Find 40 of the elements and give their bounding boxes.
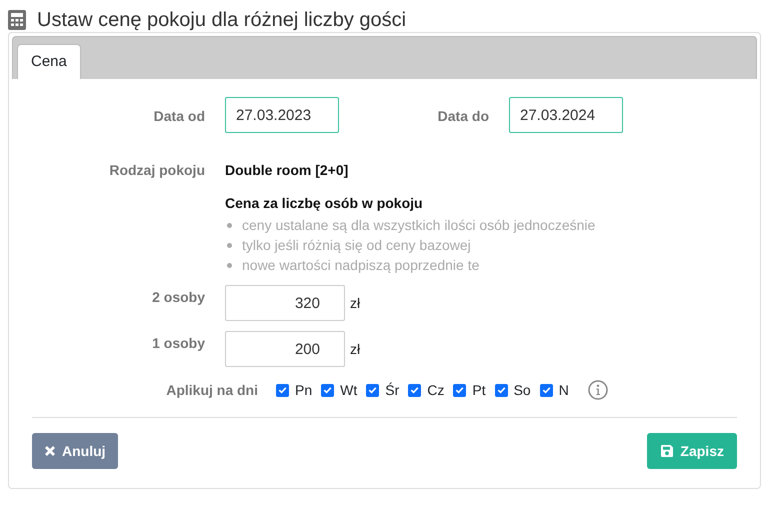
day-label: Pn (295, 382, 312, 398)
note-text: ceny ustalane są dla wszystkich ilości osób jednocześnie (242, 216, 596, 235)
bullet-icon (227, 222, 232, 228)
day-label: Pt (472, 382, 486, 398)
section-heading: Cena za liczbę osób w pokoju (225, 194, 424, 211)
checkbox[interactable] (540, 384, 553, 396)
field-label: 2 osoby (151, 288, 206, 305)
calculator-icon (8, 10, 26, 30)
field-label: Aplikuj na dni (165, 382, 259, 398)
tab[interactable]: Cena (17, 44, 81, 79)
checkbox[interactable] (366, 384, 380, 396)
bullet-icon (227, 242, 232, 248)
field-label: Rodzaj pokoju (108, 161, 206, 178)
day-label: Cz (427, 382, 444, 398)
note-text: tylko jeśli różnią się od ceny bazowej (242, 236, 471, 255)
bullet-icon (227, 262, 232, 268)
dialog-title: Ustaw cenę pokoju dla różnej liczby gości (37, 8, 406, 32)
checkbox[interactable] (276, 384, 289, 396)
note-text: nowe wartości nadpiszą poprzednie te (242, 256, 480, 275)
input-field[interactable]: 27.03.2023 (225, 97, 339, 133)
checkbox[interactable] (453, 384, 466, 396)
checkbox[interactable] (321, 384, 334, 396)
currency-label: zł (350, 295, 360, 311)
field-label: 1 osoby (151, 334, 206, 351)
currency-label: zł (350, 341, 360, 357)
day-label: So (514, 382, 531, 398)
day-label: Śr (385, 382, 400, 398)
room-type-value: Double room [2+0] (225, 161, 348, 178)
day-label: Wt (340, 382, 358, 398)
info-icon[interactable] (588, 380, 608, 400)
input-field[interactable]: 27.03.2024 (509, 97, 623, 133)
close-icon (44, 445, 56, 457)
field-label: Data do (436, 107, 490, 124)
field-label: Data od (152, 107, 206, 124)
input-field[interactable]: 200 (225, 331, 345, 367)
day-label: N (558, 382, 569, 398)
checkbox[interactable] (408, 384, 422, 396)
input-field[interactable]: 320 (225, 285, 345, 321)
cancel-button[interactable]: Anuluj (32, 433, 118, 469)
checkbox[interactable] (494, 384, 508, 396)
